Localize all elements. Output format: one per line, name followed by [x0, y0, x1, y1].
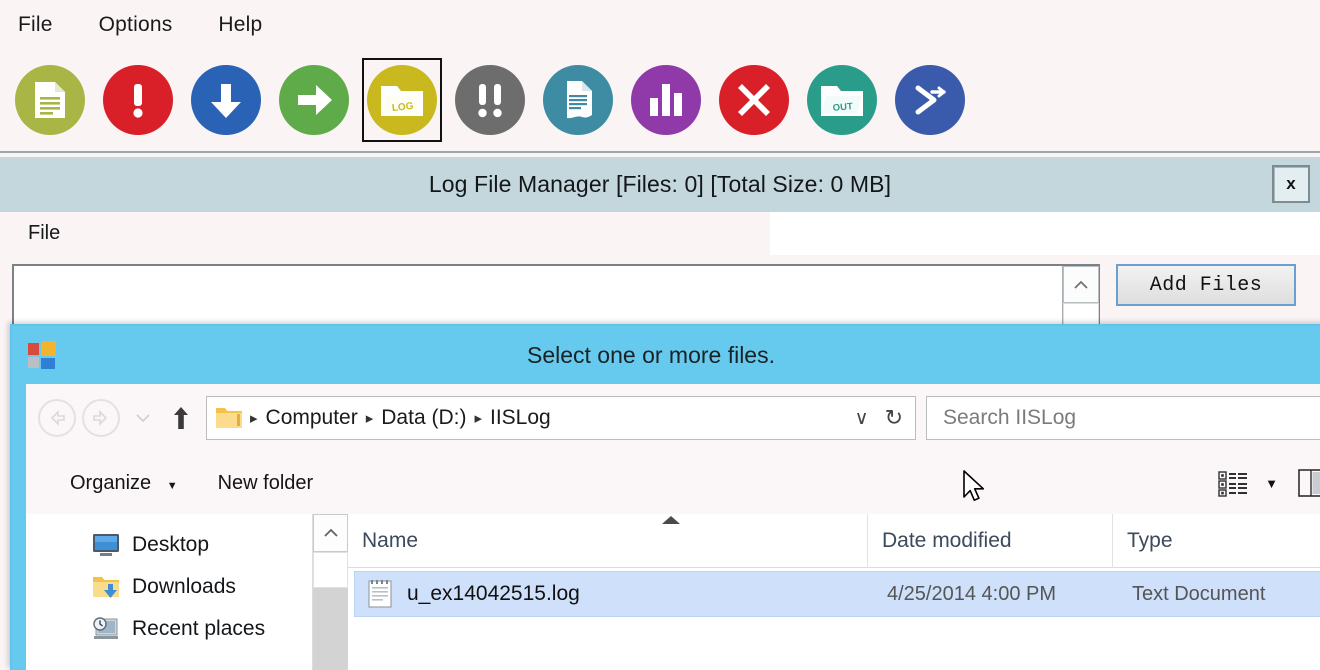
log-file-manager-title-bar: Log File Manager [Files: 0] [Total Size:…	[0, 157, 1320, 212]
statistics-button[interactable]	[622, 54, 710, 146]
breadcrumb-separator-3: ▸	[471, 409, 485, 427]
text-document-icon	[367, 579, 393, 609]
screen-root: File Options Help	[0, 0, 1320, 670]
column-header-name[interactable]: Name	[348, 514, 868, 568]
pause-button[interactable]	[446, 54, 534, 146]
file-type-cell: Text Document	[1132, 583, 1320, 606]
search-input[interactable]: Search IISLog	[926, 396, 1320, 440]
folder-icon	[215, 405, 243, 431]
log-file-manager-button[interactable]: LOG	[358, 54, 446, 146]
scroll-up-icon[interactable]	[1063, 266, 1099, 303]
breadcrumb-separator-2: ▸	[363, 409, 377, 427]
new-folder-label: New folder	[218, 472, 314, 494]
nav-item-downloads-label: Downloads	[132, 575, 236, 599]
arrow-down-icon	[191, 65, 261, 135]
main-toolbar: LOG	[0, 48, 1320, 153]
breadcrumb-data-d[interactable]: Data (D:)	[376, 406, 471, 430]
address-dropdown-icon[interactable]: ∨	[845, 407, 879, 430]
export-button[interactable]: OUT	[798, 54, 886, 146]
column-headers: Name Date modified Type	[348, 514, 1320, 568]
next-button[interactable]	[270, 54, 358, 146]
navigation-pane: Desktop Downloads	[26, 514, 312, 670]
console-button[interactable]	[886, 54, 974, 146]
refresh-icon[interactable]: ↻	[879, 405, 909, 431]
organize-label: Organize	[70, 472, 151, 494]
main-menu-bar: File Options Help	[0, 0, 1320, 50]
log-file-manager-title: Log File Manager [Files: 0] [Total Size:…	[429, 171, 891, 198]
pause-icon	[455, 65, 525, 135]
breadcrumb-separator-1: ▸	[247, 409, 261, 427]
file-date-modified-cell: 4/25/2014 4:00 PM	[887, 583, 1132, 606]
exclamation-circle-icon	[103, 65, 173, 135]
arrow-right-icon	[279, 65, 349, 135]
dialog-main-area: Desktop Downloads	[12, 514, 1320, 670]
menu-help[interactable]: Help	[214, 11, 266, 39]
table-row[interactable]: u_ex14042515.log 4/25/2014 4:00 PM Text …	[354, 571, 1320, 617]
application-icon	[26, 339, 58, 371]
folder-out-icon: OUT	[807, 65, 877, 135]
downloads-folder-icon	[92, 574, 120, 600]
nav-scroll-up-icon[interactable]	[313, 514, 348, 552]
error-button[interactable]	[94, 54, 182, 146]
nav-item-desktop-label: Desktop	[132, 533, 209, 557]
nav-item-downloads[interactable]: Downloads	[26, 566, 312, 608]
document-icon	[15, 65, 85, 135]
column-header-type[interactable]: Type	[1113, 514, 1320, 568]
svg-text:LOG: LOG	[391, 100, 414, 113]
recent-places-icon	[92, 616, 120, 642]
search-placeholder: Search IISLog	[943, 406, 1076, 430]
powershell-prompt-icon	[895, 65, 965, 135]
change-view-icon[interactable]	[1217, 468, 1251, 498]
dialog-navigation-bar: ▸ Computer ▸ Data (D:) ▸ IISLog ∨ ↻ Sear…	[12, 384, 1320, 452]
forward-icon[interactable]	[82, 399, 120, 437]
close-x-circle-icon	[719, 65, 789, 135]
lfm-menu-file[interactable]: File	[0, 222, 770, 245]
desktop-icon	[92, 532, 120, 558]
nav-item-recent-places[interactable]: Recent places	[26, 608, 312, 650]
sort-ascending-icon	[662, 516, 680, 524]
view-caret-down-icon[interactable]: ▼	[1251, 476, 1298, 491]
preview-pane-icon[interactable]	[1298, 468, 1320, 498]
bar-chart-icon	[631, 65, 701, 135]
menu-options[interactable]: Options	[95, 11, 177, 39]
address-bar[interactable]: ▸ Computer ▸ Data (D:) ▸ IISLog ∨ ↻	[206, 396, 916, 440]
breadcrumb-iislog[interactable]: IISLog	[485, 406, 556, 430]
add-files-button[interactable]: Add Files	[1116, 264, 1296, 306]
breadcrumb-computer[interactable]: Computer	[261, 406, 363, 430]
recent-locations-chevron-down-icon[interactable]	[126, 399, 160, 437]
dialog-command-bar: Organize ▼ New folder	[12, 452, 1320, 514]
new-log-button[interactable]	[6, 54, 94, 146]
menu-file[interactable]: File	[14, 11, 57, 39]
dialog-title-bar: Select one or more files.	[12, 326, 1320, 384]
nav-scroll-track-top[interactable]	[313, 552, 348, 588]
folder-log-icon: LOG	[367, 65, 437, 135]
file-name-cell: u_ex14042515.log	[407, 582, 887, 606]
nav-scroll-thumb[interactable]	[313, 588, 348, 670]
lfm-menu-right-spacer	[770, 212, 1320, 255]
up-one-level-icon[interactable]	[160, 399, 202, 437]
nav-item-recent-places-label: Recent places	[132, 617, 265, 641]
file-list-pane: Name Date modified Type	[348, 514, 1320, 670]
report-document-icon	[543, 65, 613, 135]
stop-button[interactable]	[710, 54, 798, 146]
column-header-date-modified[interactable]: Date modified	[868, 514, 1113, 568]
log-file-manager-menu-bar: File	[0, 212, 1320, 255]
organize-caret-down-icon: ▼	[167, 480, 178, 492]
file-open-dialog: Select one or more files.	[10, 324, 1320, 670]
navigation-pane-scrollbar[interactable]	[312, 514, 348, 670]
new-folder-button[interactable]: New folder	[188, 472, 324, 495]
dialog-title: Select one or more files.	[527, 342, 775, 369]
back-icon[interactable]	[38, 399, 76, 437]
nav-item-desktop[interactable]: Desktop	[26, 524, 312, 566]
close-button[interactable]: x	[1272, 165, 1310, 203]
lfm-menu-left: File	[0, 222, 770, 245]
download-button[interactable]	[182, 54, 270, 146]
organize-button[interactable]: Organize ▼	[38, 472, 188, 495]
report-button[interactable]	[534, 54, 622, 146]
svg-text:OUT: OUT	[832, 101, 853, 114]
